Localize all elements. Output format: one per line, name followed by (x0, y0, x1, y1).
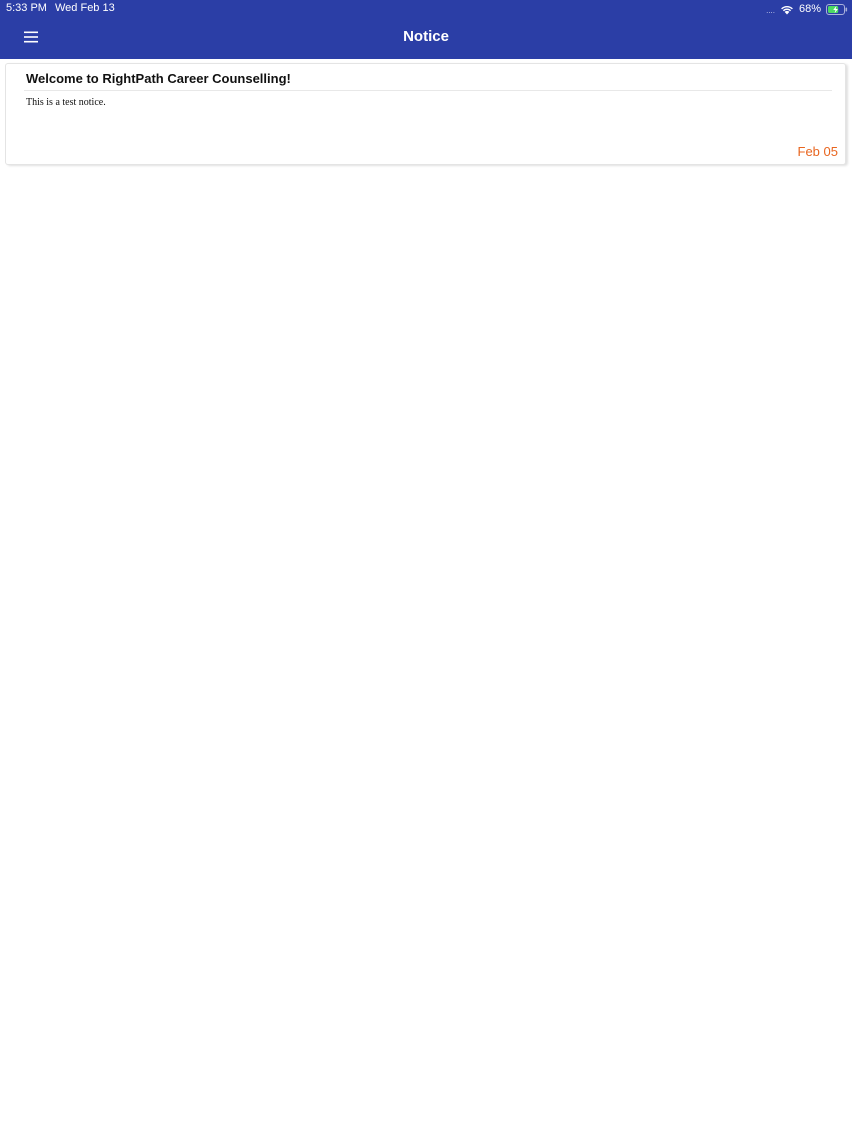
status-time: 5:33 PM (6, 2, 47, 14)
status-indicators: .... 68% (766, 1, 848, 17)
status-date: Wed Feb 13 (55, 2, 115, 14)
app-header: 5:33 PM Wed Feb 13 .... 68% Notice (0, 0, 852, 59)
notice-card[interactable]: Welcome to RightPath Career Counselling!… (5, 63, 846, 165)
nav-bar: Notice (0, 18, 852, 59)
notice-date: Feb 05 (797, 144, 838, 159)
cellular-signal-icon: .... (766, 5, 775, 15)
notice-title: Welcome to RightPath Career Counselling! (26, 71, 291, 86)
notice-divider (24, 90, 832, 91)
page-title: Notice (403, 28, 449, 45)
battery-percent: 68% (798, 3, 821, 15)
wifi-icon (781, 5, 793, 14)
notice-body: This is a test notice. (26, 97, 106, 108)
battery-charging-icon (826, 3, 848, 15)
status-bar: 5:33 PM Wed Feb 13 .... 68% (0, 0, 852, 18)
